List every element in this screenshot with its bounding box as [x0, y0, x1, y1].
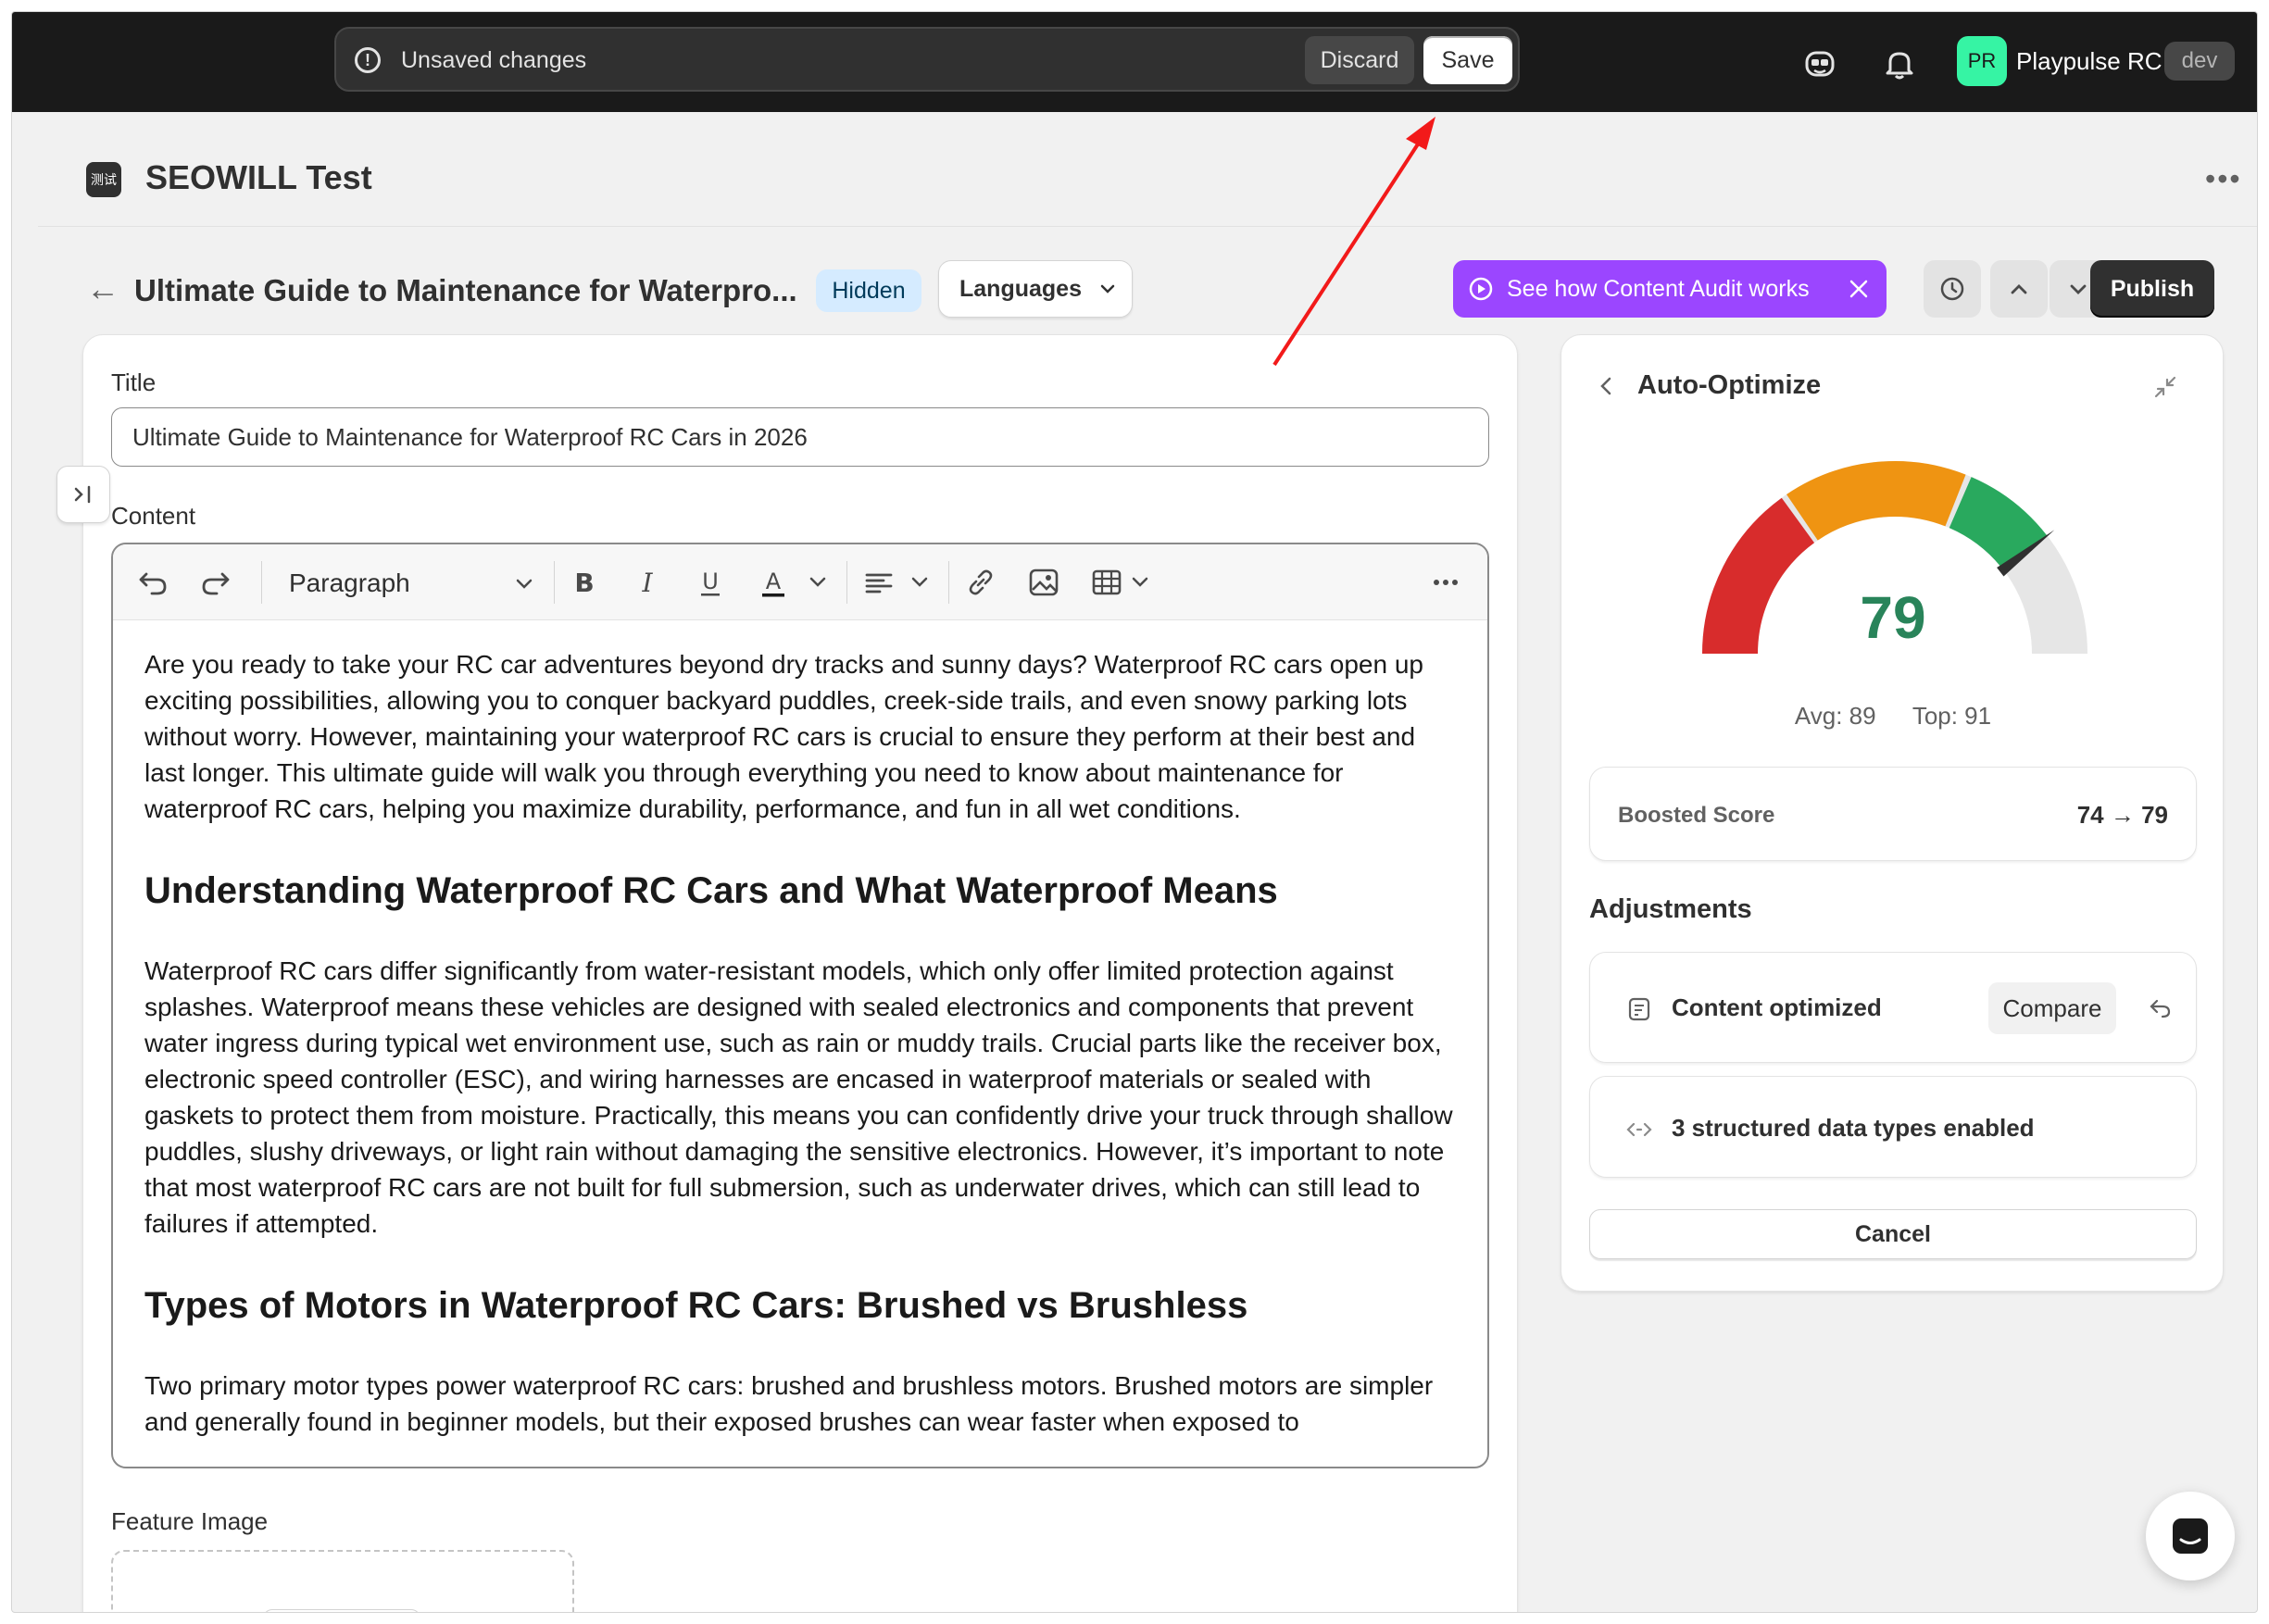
- chat-launcher[interactable]: [2146, 1492, 2235, 1580]
- svg-text:B: B: [574, 568, 594, 598]
- score-value: 79: [1860, 584, 1926, 651]
- clock-icon: [1940, 277, 1964, 301]
- italic-icon[interactable]: I: [630, 565, 665, 600]
- expand-panel-button[interactable]: [56, 466, 110, 523]
- content-label: Content: [111, 502, 196, 530]
- adjustment-label: Content optimized: [1672, 993, 1882, 1021]
- average-score: Avg: 89: [1794, 702, 1876, 730]
- upload-button[interactable]: [263, 1609, 420, 1612]
- chevron-left-icon[interactable]: [1595, 374, 1619, 398]
- app-header: 测试 SEOWILL Test •••: [38, 112, 2257, 227]
- svg-text:A: A: [766, 568, 782, 594]
- unsaved-changes-text: Unsaved changes: [401, 47, 587, 73]
- paragraph-style-value: Paragraph: [289, 568, 410, 597]
- alert-circle-icon: !: [355, 47, 381, 73]
- content-paragraph: Two primary motor types power waterproof…: [144, 1371, 1434, 1436]
- adjustments-heading: Adjustments: [1589, 894, 1752, 924]
- image-icon[interactable]: [1026, 565, 1061, 600]
- title-input[interactable]: Ultimate Guide to Maintenance for Waterp…: [111, 407, 1489, 467]
- toolbar-divider: [554, 561, 555, 604]
- content-paragraph: Waterproof RC cars differ significantly …: [144, 956, 1453, 1238]
- chevron-down-icon: [2070, 284, 2087, 294]
- more-menu-icon[interactable]: •••: [2205, 162, 2242, 196]
- app-name: SEOWILL Test: [145, 158, 372, 196]
- toolbar-divider: [948, 561, 949, 604]
- store-name[interactable]: Playpulse RC: [2016, 47, 2162, 76]
- compare-button[interactable]: Compare: [1988, 982, 2116, 1034]
- chevron-down-icon: [516, 579, 533, 589]
- content-heading: Types of Motors in Waterproof RC Cars: B…: [144, 1285, 1248, 1326]
- align-left-icon[interactable]: [861, 565, 896, 600]
- chevron-down-icon[interactable]: [800, 565, 835, 600]
- environment-badge: dev: [2164, 42, 2235, 81]
- contextual-save-bar: ! Unsaved changes Discard Save: [334, 27, 1520, 92]
- article-editor-card: Title Ultimate Guide to Maintenance for …: [82, 334, 1518, 1612]
- gauge-segment-green: [1949, 477, 2048, 570]
- status-badge: Hidden: [816, 269, 921, 312]
- arrow-left-icon[interactable]: ←: [86, 269, 119, 308]
- chevron-down-icon[interactable]: [1122, 565, 1158, 600]
- score-benchmarks: Avg: 89 Top: 91: [1561, 702, 2225, 731]
- previous-item-button[interactable]: [1990, 260, 2048, 318]
- content-heading: Understanding Waterproof RC Cars and Wha…: [144, 870, 1278, 911]
- chat-icon: [2173, 1518, 2208, 1554]
- admin-top-bar: ! Unsaved changes Discard Save PR Playpu…: [12, 12, 2257, 112]
- svg-text:U: U: [702, 568, 719, 594]
- ai-assistant-icon[interactable]: [1801, 45, 1838, 82]
- top-score: Top: 91: [1912, 702, 1992, 730]
- text-color-icon[interactable]: A: [756, 565, 791, 600]
- rich-text-editor[interactable]: Paragraph B I U A Are you ready to take …: [111, 543, 1489, 1468]
- languages-label: Languages: [959, 276, 1082, 302]
- adjustment-structured-data: 3 structured data types enabled: [1589, 1076, 2197, 1178]
- underline-icon[interactable]: U: [693, 565, 728, 600]
- title-label: Title: [111, 369, 157, 396]
- publish-button[interactable]: Publish: [2090, 260, 2214, 318]
- toolbar-divider: [261, 561, 262, 604]
- more-options-icon[interactable]: [1428, 565, 1463, 600]
- auto-optimize-panel: Auto-Optimize 79 Avg: 89 Top: 91 Boosted…: [1561, 334, 2224, 1292]
- boosted-score-value: 74 → 79: [2076, 801, 2168, 829]
- chevron-down-icon: [1100, 284, 1115, 294]
- panel-title: Auto-Optimize: [1637, 370, 1822, 400]
- adjustment-content-optimized: Content optimized Compare: [1589, 952, 2197, 1063]
- gauge-segment-orange: [1786, 461, 1966, 542]
- avatar[interactable]: PR: [1957, 36, 2007, 86]
- link-icon[interactable]: [963, 565, 998, 600]
- bold-icon[interactable]: B: [567, 565, 602, 600]
- svg-text:I: I: [641, 568, 653, 598]
- redo-icon[interactable]: [198, 565, 233, 600]
- app-logo: 测试: [86, 162, 121, 197]
- minimize-icon[interactable]: [2152, 374, 2178, 400]
- close-icon[interactable]: [1848, 278, 1870, 300]
- toolbar-divider: [846, 561, 847, 604]
- discard-button[interactable]: Discard: [1305, 36, 1414, 84]
- boosted-score-card: Boosted Score 74 → 79: [1589, 767, 2197, 861]
- table-icon[interactable]: [1089, 565, 1124, 600]
- languages-button[interactable]: Languages: [938, 260, 1133, 318]
- feature-image-label: Feature Image: [111, 1507, 269, 1535]
- chevron-up-icon: [2011, 284, 2027, 294]
- paragraph-style-select[interactable]: Paragraph: [289, 563, 535, 604]
- editor-content[interactable]: Are you ready to take your RC car advent…: [113, 620, 1487, 1467]
- content-audit-label: See how Content Audit works: [1507, 276, 1810, 302]
- history-button[interactable]: [1924, 260, 1981, 318]
- code-icon: [1626, 1122, 1652, 1137]
- content-paragraph: Are you ready to take your RC car advent…: [144, 650, 1423, 823]
- app-window: ! Unsaved changes Discard Save PR Playpu…: [11, 11, 2258, 1613]
- adjustment-label: 3 structured data types enabled: [1672, 1114, 2035, 1142]
- undo-icon[interactable]: [135, 565, 170, 600]
- document-icon: [1628, 997, 1650, 1021]
- play-circle-icon: [1469, 277, 1493, 301]
- feature-image-dropzone[interactable]: [111, 1550, 574, 1612]
- boosted-score-label: Boosted Score: [1618, 803, 1775, 828]
- chevron-down-icon[interactable]: [902, 565, 937, 600]
- content-audit-button[interactable]: See how Content Audit works: [1453, 260, 1887, 318]
- save-button[interactable]: Save: [1423, 36, 1512, 84]
- undo-icon[interactable]: [2146, 993, 2174, 1021]
- editor-toolbar: Paragraph B I U A: [113, 544, 1487, 620]
- bell-icon[interactable]: [1881, 45, 1918, 82]
- cancel-button[interactable]: Cancel: [1589, 1209, 2197, 1259]
- page-title: Ultimate Guide to Maintenance for Waterp…: [134, 273, 797, 307]
- panel-toggle-icon: [74, 485, 91, 504]
